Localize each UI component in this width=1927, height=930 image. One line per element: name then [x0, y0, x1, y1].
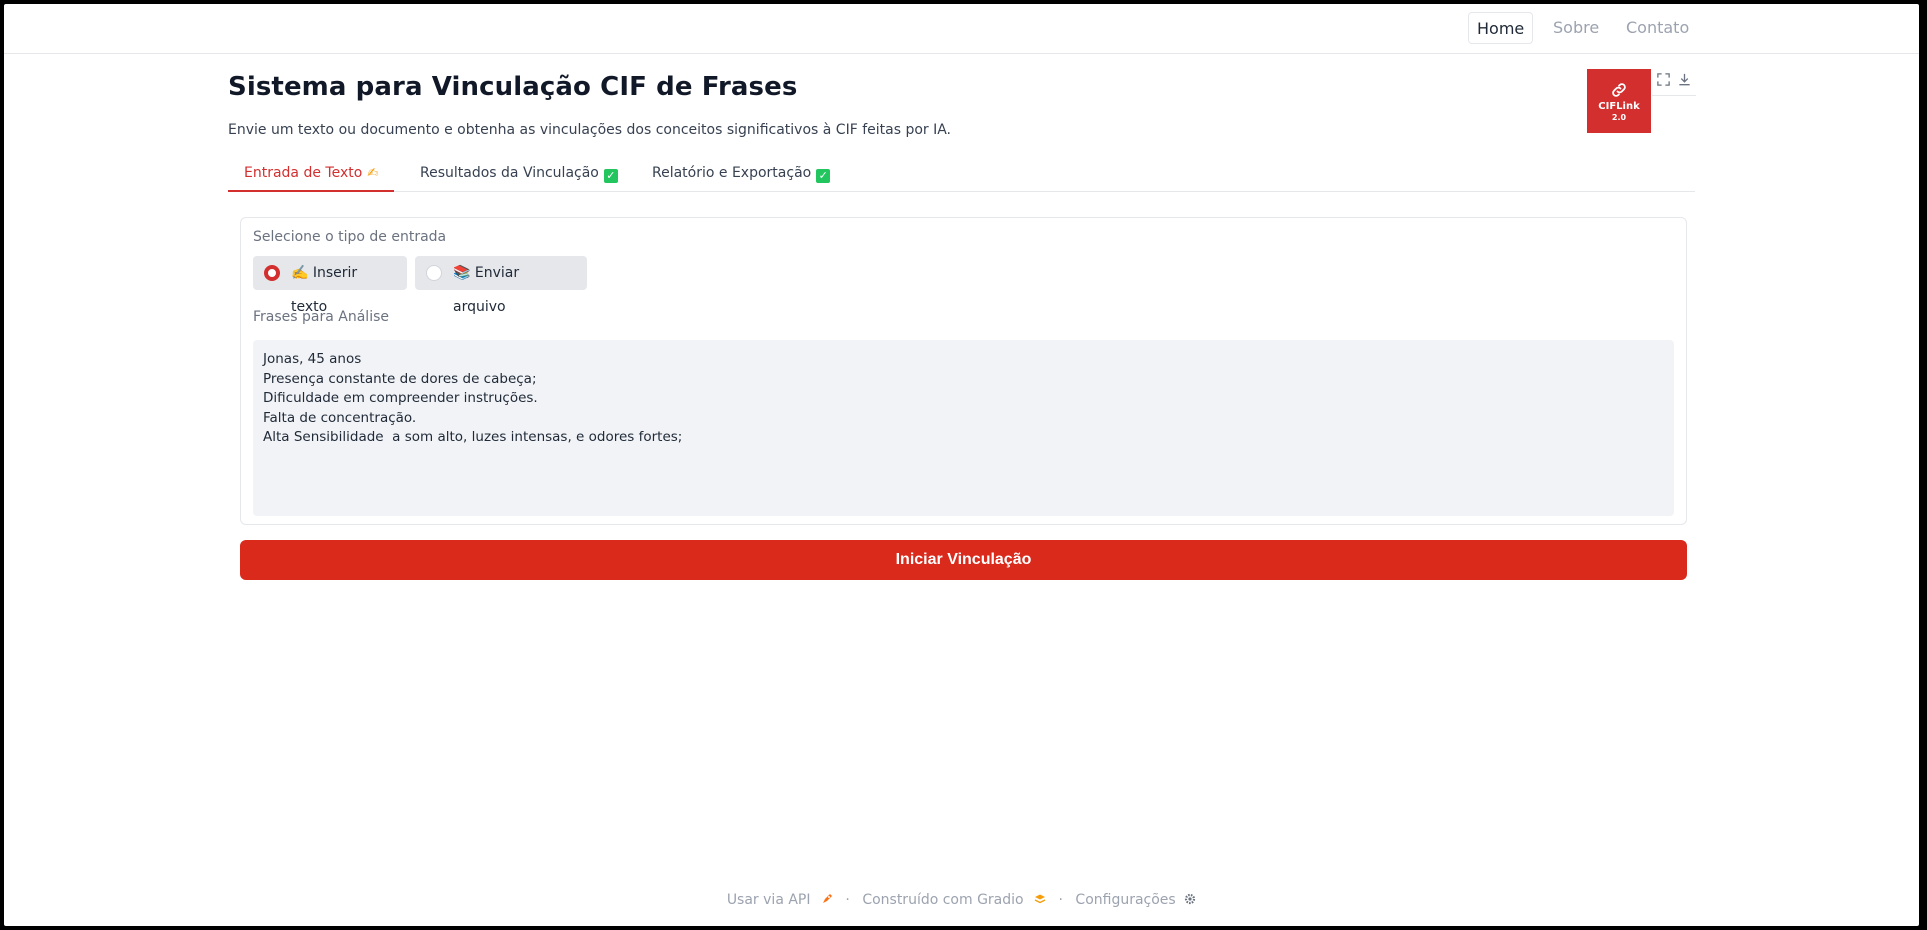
- radio-label: 📚 Enviar arquivo: [453, 265, 520, 315]
- separator-dot: ·: [845, 892, 850, 908]
- use-api-link[interactable]: Usar via API: [727, 892, 811, 908]
- page-subtitle: Envie um texto ou documento e obtenha as…: [228, 122, 952, 138]
- download-icon[interactable]: [1677, 72, 1692, 87]
- check-mark-icon: ✓: [603, 169, 618, 183]
- rocket-icon: [815, 892, 837, 908]
- image-toolbar: [1652, 72, 1696, 96]
- gradio-logo-icon: [1028, 892, 1050, 908]
- radio-enviar-arquivo[interactable]: 📚 Enviar arquivo: [415, 256, 587, 315]
- radio-label: ✍️ Inserir texto: [291, 265, 358, 315]
- tab-label: Resultados da Vinculação: [420, 165, 599, 181]
- tab-label: Relatório e Exportação: [652, 165, 812, 181]
- nav-home[interactable]: Home: [1468, 12, 1534, 44]
- tab-relatorio-e-exportacao[interactable]: Relatório e Exportação ✓: [636, 160, 846, 192]
- settings-link[interactable]: Configurações: [1075, 892, 1175, 908]
- phrases-label: Frases para Análise: [253, 309, 389, 325]
- fullscreen-icon[interactable]: [1656, 72, 1671, 87]
- page-title: Sistema para Vinculação CIF de Frases: [228, 72, 798, 102]
- gear-icon: [1180, 892, 1196, 908]
- input-panel: Selecione o tipo de entrada ✍️ Inserir t…: [240, 217, 1687, 525]
- separator-dot: ·: [1058, 892, 1063, 908]
- check-mark-icon: ✓: [816, 169, 831, 183]
- input-type-label: Selecione o tipo de entrada: [253, 229, 447, 245]
- logo-name: CIFLink: [1598, 101, 1640, 112]
- radio-unselected-icon: [426, 265, 442, 281]
- ciflink-logo: CIFLink 2.0: [1587, 69, 1651, 133]
- footer: Usar via API · Construído com Gradio · C…: [4, 892, 1919, 908]
- writing-hand-icon: ✍: [367, 166, 379, 181]
- radio-selected-icon: [264, 265, 280, 281]
- tab-label: Entrada de Texto: [244, 165, 363, 181]
- tab-entrada-de-texto[interactable]: Entrada de Texto ✍: [228, 160, 395, 192]
- start-linking-button[interactable]: Iniciar Vinculação: [240, 540, 1687, 580]
- tab-resultados-da-vinculacao[interactable]: Resultados da Vinculação ✓: [404, 160, 634, 192]
- nav-contato[interactable]: Contato: [1618, 12, 1697, 44]
- phrases-textarea[interactable]: Jonas, 45 anos Presença constante de dor…: [253, 340, 1674, 516]
- tab-bar: Entrada de Texto ✍ Resultados da Vinculaç…: [228, 160, 1695, 192]
- link-icon: [1612, 83, 1626, 97]
- logo-version: 2.0: [1611, 113, 1627, 122]
- radio-inserir-texto[interactable]: ✍️ Inserir texto: [253, 256, 407, 315]
- top-navigation: Home Sobre Contato: [4, 4, 1919, 54]
- app-window: Home Sobre Contato Sistema para Vinculaç…: [4, 4, 1919, 926]
- built-with-gradio-link[interactable]: Construído com Gradio: [862, 892, 1023, 908]
- nav-sobre[interactable]: Sobre: [1545, 12, 1607, 44]
